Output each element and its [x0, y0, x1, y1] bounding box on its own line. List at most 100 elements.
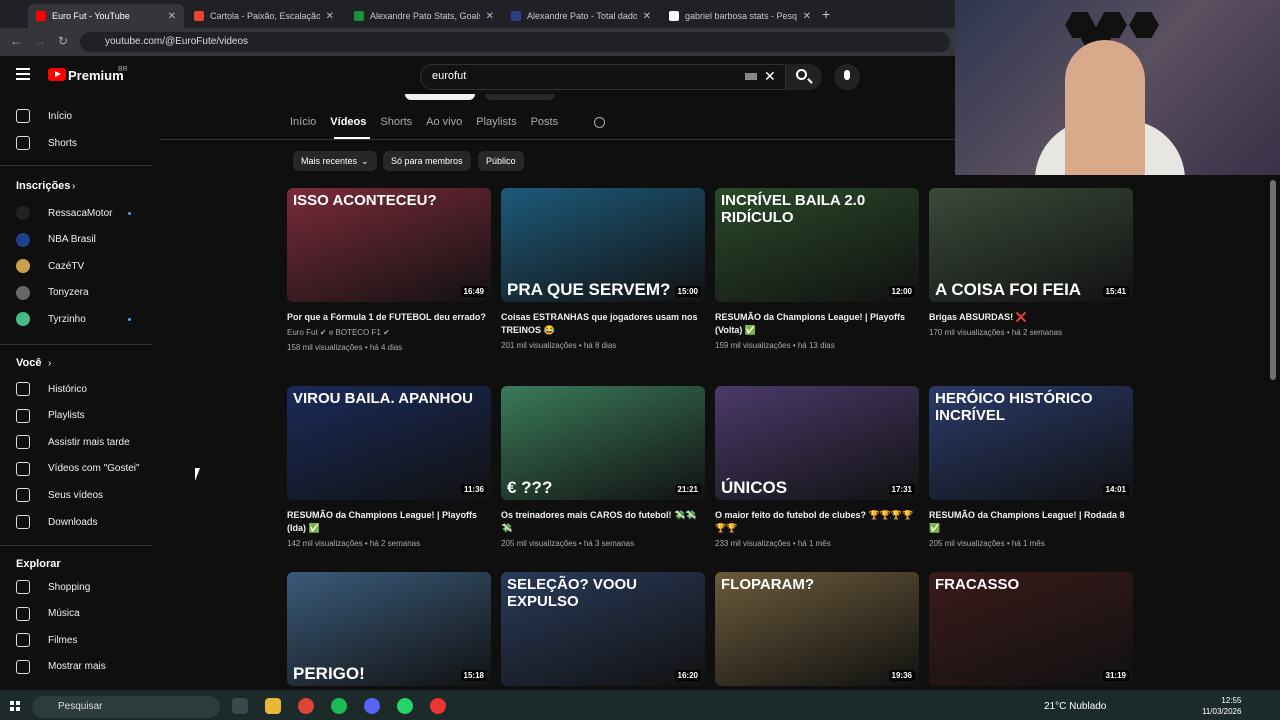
url-text[interactable]: youtube.com/@EuroFute/videos — [105, 36, 248, 47]
sidebar-item[interactable]: Mostrar mais — [16, 657, 106, 677]
sidebar-subscription[interactable]: Tyrzinho — [16, 309, 86, 329]
menu-icon[interactable] — [16, 68, 30, 80]
discord-icon[interactable] — [364, 698, 380, 714]
video-thumbnail[interactable]: A COISA FOI FEIA 15:41 — [929, 188, 1133, 302]
video-thumbnail[interactable]: ISSO ACONTECEU? 16:49 — [287, 188, 491, 302]
sidebar-item[interactable]: Seus vídeos — [16, 485, 103, 505]
youtube-logo-text[interactable]: Premium — [68, 68, 124, 83]
video-thumbnail[interactable]: FLOPARAM? 19:36 — [715, 572, 919, 686]
close-tab-icon[interactable]: ✕ — [326, 11, 334, 22]
tab-playlists[interactable]: Playlists — [476, 116, 516, 128]
video-card[interactable]: INCRÍVEL BAILA 2.0 RIDÍCULO 12:00 RESUMÃO … — [715, 188, 919, 352]
video-card[interactable]: FRACASSO 31:19 — [929, 572, 1133, 686]
reload-icon[interactable]: ↻ — [58, 34, 68, 48]
close-tab-icon[interactable]: ✕ — [486, 11, 494, 22]
sidebar-item[interactable]: Vídeos com "Gostei" — [16, 459, 140, 479]
start-icon[interactable] — [10, 701, 20, 711]
video-card[interactable]: A COISA FOI FEIA 15:41 Brigas ABSURDAS! ❌ 1… — [929, 188, 1133, 339]
video-title[interactable]: Coisas ESTRANHAS que jogadores usam nos … — [501, 311, 705, 337]
browser-tab[interactable]: Cartola - Paixão, Escalação, Zoa... ✕ — [186, 4, 342, 28]
video-card[interactable]: SELEÇÃO? VOOU EXPULSO 16:20 — [501, 572, 705, 686]
sidebar-item[interactable]: Histórico — [16, 379, 87, 399]
video-thumbnail[interactable]: INCRÍVEL BAILA 2.0 RIDÍCULO 12:00 — [715, 188, 919, 302]
mic-icon[interactable] — [834, 64, 860, 90]
video-card[interactable]: HERÓICO HISTÓRICO INCRÍVEL 14:01 RESUMÃO d… — [929, 386, 1133, 550]
filter-chip[interactable]: Público — [478, 151, 524, 171]
video-thumbnail[interactable]: FRACASSO 31:19 — [929, 572, 1133, 686]
youtube-logo-icon[interactable] — [48, 68, 66, 81]
video-title[interactable]: O maior feito do futebol de clubes? 🏆🏆🏆🏆… — [715, 509, 919, 535]
sidebar-item[interactable]: Início — [16, 106, 72, 126]
video-title[interactable]: RESUMÃO da Champions League! | Rodada 8 … — [929, 509, 1133, 535]
sidebar-subscription[interactable]: RessacaMotor — [16, 203, 112, 223]
video-title[interactable]: RESUMÃO da Champions League! | Playoffs … — [287, 509, 491, 535]
search-value[interactable]: eurofut — [432, 70, 466, 82]
video-channel[interactable]: Euro Fut ✔ e BOTECO F1 ✔ — [287, 327, 491, 339]
file-explorer-icon[interactable] — [265, 698, 281, 714]
keyboard-icon[interactable] — [745, 73, 757, 80]
browser-tab[interactable]: gabriel barbosa stats - Pesquisa... ✕ — [661, 4, 819, 28]
browser-tab[interactable]: Euro Fut - YouTube ✕ — [28, 4, 184, 28]
whatsapp-icon[interactable] — [397, 698, 413, 714]
filter-chip[interactable]: Só para membros — [383, 151, 471, 171]
clock[interactable]: 12:55 11/03/2026 — [1202, 695, 1241, 717]
forward-icon[interactable]: → — [34, 34, 46, 48]
sidebar-subscription[interactable]: NBA Brasil — [16, 230, 96, 250]
video-card[interactable]: ISSO ACONTECEU? 16:49 Por que a Fórmula 1 … — [287, 188, 491, 354]
sidebar-item[interactable]: Playlists — [16, 406, 85, 426]
tab-shorts[interactable]: Shorts — [380, 116, 412, 128]
tab-posts[interactable]: Posts — [531, 116, 559, 128]
video-title[interactable]: Por que a Fórmula 1 de FUTEBOL deu errad… — [287, 311, 491, 324]
video-thumbnail[interactable]: VIROU BAILA. APANHOU 11:36 — [287, 386, 491, 500]
task-view-icon[interactable] — [232, 698, 248, 714]
new-tab-button[interactable]: + — [822, 6, 830, 22]
close-tab-icon[interactable]: ✕ — [168, 11, 176, 22]
search-icon[interactable] — [796, 69, 807, 80]
chrome-icon[interactable] — [298, 698, 314, 714]
sidebar-item[interactable]: Filmes — [16, 630, 77, 650]
video-card[interactable]: € ??? 21:21 Os treinadores mais CAROS do f… — [501, 386, 705, 550]
browser-tab[interactable]: Alexandre Pato - Total dados d... ✕ — [503, 4, 659, 28]
video-thumbnail[interactable]: PERIGO! 15:18 — [287, 572, 491, 686]
sidebar-item[interactable]: Assistir mais tarde — [16, 432, 130, 452]
video-card[interactable]: PERIGO! 15:18 — [287, 572, 491, 686]
taskbar-search-text[interactable]: Pesquisar — [58, 701, 102, 712]
header-pill-1[interactable] — [405, 94, 475, 100]
browser-tab[interactable]: Alexandre Pato Stats, Goals, Re... ✕ — [346, 4, 502, 28]
back-icon[interactable]: ← — [10, 34, 22, 48]
video-card[interactable]: ÚNICOS 17:31 O maior feito do futebol de c… — [715, 386, 919, 550]
app-icon[interactable] — [430, 698, 446, 714]
video-thumbnail[interactable]: HERÓICO HISTÓRICO INCRÍVEL 14:01 — [929, 386, 1133, 500]
tab-início[interactable]: Início — [290, 116, 316, 128]
sidebar-subscription[interactable]: Tonyzera — [16, 283, 89, 303]
sidebar-item[interactable]: Downloads — [16, 512, 97, 532]
subscriptions-heading[interactable]: Inscrições — [16, 180, 70, 192]
channel-search-icon[interactable] — [594, 117, 605, 128]
video-card[interactable]: VIROU BAILA. APANHOU 11:36 RESUMÃO da Cham… — [287, 386, 491, 550]
filter-chip[interactable]: Mais recentes ⌄ — [293, 151, 377, 171]
you-heading[interactable]: Você — [16, 357, 41, 369]
video-title[interactable]: RESUMÃO da Champions League! | Playoffs … — [715, 311, 919, 337]
sidebar-item[interactable]: Shopping — [16, 577, 90, 597]
weather-text[interactable]: 21°C Nublado — [1044, 701, 1106, 712]
tab-vídeos[interactable]: Vídeos — [330, 116, 366, 128]
header-pill-2[interactable] — [485, 94, 555, 100]
video-thumbnail[interactable]: € ??? 21:21 — [501, 386, 705, 500]
sidebar-item[interactable]: Música — [16, 604, 80, 624]
video-card[interactable]: PRA QUE SERVEM? 15:00 Coisas ESTRANHAS que… — [501, 188, 705, 352]
video-card[interactable]: FLOPARAM? 19:36 — [715, 572, 919, 686]
video-title[interactable]: Os treinadores mais CAROS do futebol! 💸💸… — [501, 509, 705, 535]
video-title[interactable]: Brigas ABSURDAS! ❌ — [929, 311, 1133, 324]
sidebar-item[interactable]: Shorts — [16, 133, 77, 153]
page-scrollbar[interactable] — [1270, 180, 1276, 380]
sidebar-subscription[interactable]: CazéTV — [16, 256, 84, 276]
video-thumbnail[interactable]: PRA QUE SERVEM? 15:00 — [501, 188, 705, 302]
video-thumbnail[interactable]: SELEÇÃO? VOOU EXPULSO 16:20 — [501, 572, 705, 686]
close-tab-icon[interactable]: ✕ — [643, 11, 651, 22]
search-input[interactable] — [420, 64, 786, 90]
spotify-icon[interactable] — [331, 698, 347, 714]
close-tab-icon[interactable]: ✕ — [803, 11, 811, 22]
clear-icon[interactable]: ✕ — [764, 68, 776, 85]
video-thumbnail[interactable]: ÚNICOS 17:31 — [715, 386, 919, 500]
tab-ao-vivo[interactable]: Ao vivo — [426, 116, 462, 128]
